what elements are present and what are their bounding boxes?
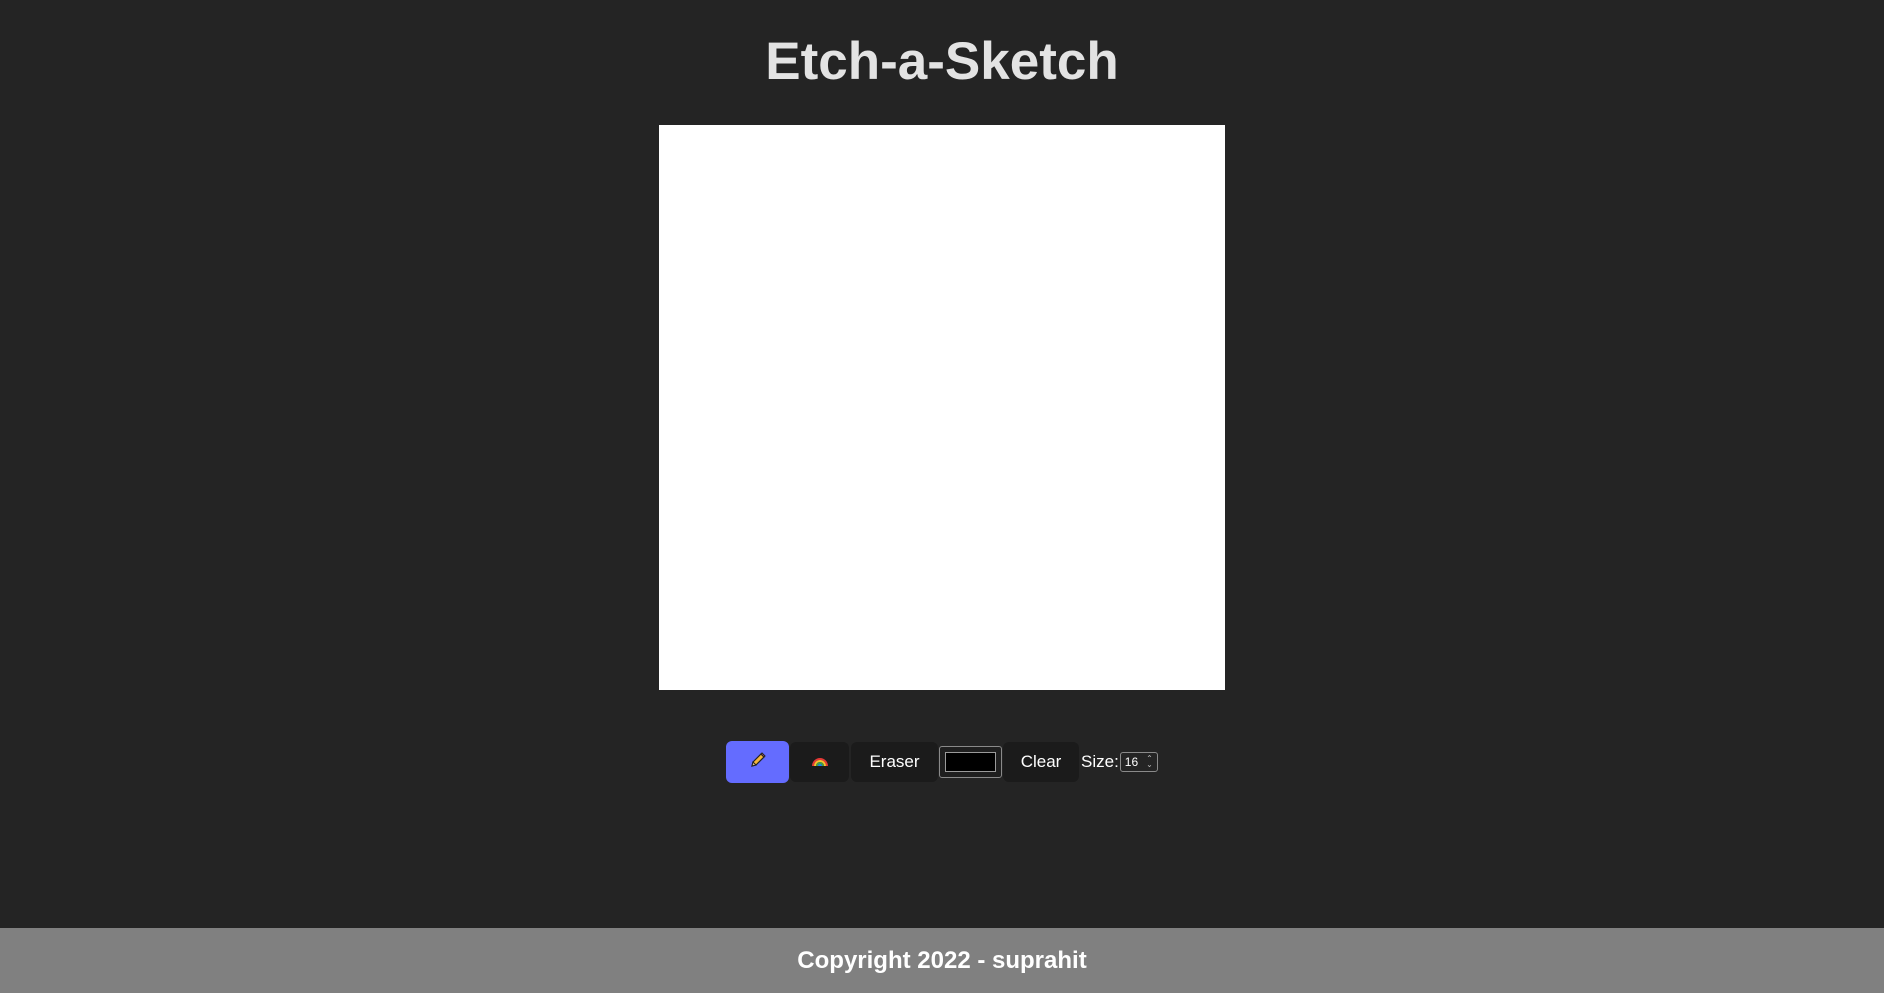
size-input[interactable]: 16 ⌃ ⌄: [1119, 752, 1158, 772]
size-value: 16: [1124, 755, 1139, 769]
sketch-canvas[interactable]: [659, 125, 1225, 690]
page-title: Etch-a-Sketch: [765, 32, 1119, 91]
size-label: Size:: [1081, 752, 1119, 771]
color-swatch: [945, 752, 996, 772]
toolbar: Eraser Clear Size: 16 ⌃ ⌄: [726, 741, 1158, 783]
color-picker[interactable]: [939, 746, 1002, 778]
pencil-button[interactable]: [726, 741, 789, 783]
copyright-text: Copyright 2022 - suprahit: [797, 946, 1087, 974]
footer: Copyright 2022 - suprahit: [0, 928, 1884, 993]
rainbow-button[interactable]: [790, 742, 849, 782]
pencil-icon: [749, 751, 767, 774]
spinner-icon[interactable]: ⌃ ⌄: [1146, 755, 1153, 769]
eraser-button[interactable]: Eraser: [851, 742, 938, 782]
clear-button[interactable]: Clear: [1003, 742, 1079, 782]
app-page: Etch-a-Sketch Eraser Clear Size: 16 ⌃ ⌄ …: [0, 0, 1884, 993]
rainbow-icon: [811, 752, 829, 772]
